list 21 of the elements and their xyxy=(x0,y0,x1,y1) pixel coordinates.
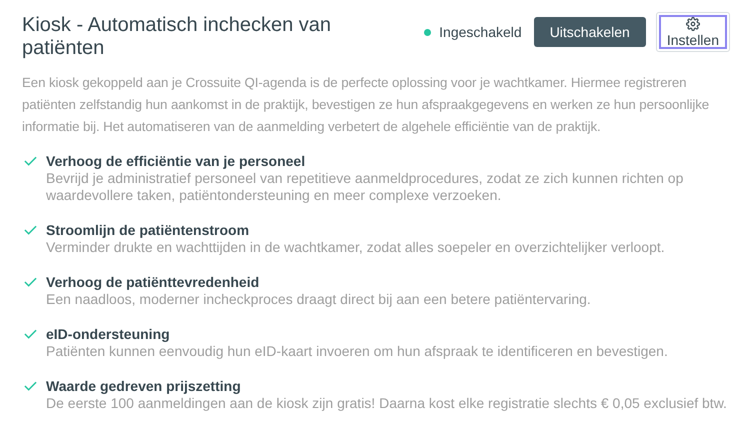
feature-title: eID-ondersteuning xyxy=(46,325,171,343)
feature-title: Waarde gedreven prijszetting xyxy=(46,377,242,395)
intro-paragraph: Een kiosk gekoppeld aan je Crossuite QI-agenda is de perfecte oplossing voor je wachtkamer. Hiermee registreren patiënten zelfstandig hun aankomst in de praktijk, bevestigen ze hun afspraakgegevens en werken ze hun persoonlijke informatie bij. Het automatiseren van de aanmelding verbetert de algehele efficiëntie van de praktijk. xyxy=(22,74,710,136)
feature-title: Verhoog de patiënttevredenheid xyxy=(46,273,260,291)
feature-description: Verminder drukte en wachttijden in de wachtkamer, zodat alles soepeler en overzichtelijker verloopt. xyxy=(46,239,665,256)
page-title: Kiosk - Automatisch inchecken van patiënten xyxy=(22,14,332,60)
feature-description: Een naadloos, moderner incheckproces draagt direct bij aan een betere patiëntervaring. xyxy=(46,291,591,308)
disable-button[interactable]: Uitschakelen xyxy=(534,17,646,47)
status-label: Ingeschakeld xyxy=(439,24,522,40)
feature-title: Stroomlijn de patiëntenstroom xyxy=(46,221,250,239)
check-icon xyxy=(24,277,37,287)
check-icon xyxy=(24,381,37,391)
check-icon xyxy=(24,225,37,235)
feature-description: Bevrijd je administratief personeel van repetitieve aanmeldprocedures, zodat ze zich kunnen richten op waardevollere taken, patiëntondersteuning en meer complexe verzoeken. xyxy=(46,170,684,204)
feature-description: De eerste 100 aanmeldingen aan de kiosk zijn gratis! Daarna kost elke registratie slechts € 0,05 exclusief btw. xyxy=(46,395,727,412)
feature-title: Verhoog de efficiëntie van je personeel xyxy=(46,152,306,170)
gear-icon xyxy=(686,17,700,31)
check-icon xyxy=(24,156,37,166)
settings-button[interactable]: Instellen xyxy=(656,12,730,52)
check-icon xyxy=(24,329,37,339)
feature-description: Patiënten kunnen eenvoudig hun eID-kaart invoeren om hun afspraak te identificeren en bevestigen. xyxy=(46,343,668,360)
